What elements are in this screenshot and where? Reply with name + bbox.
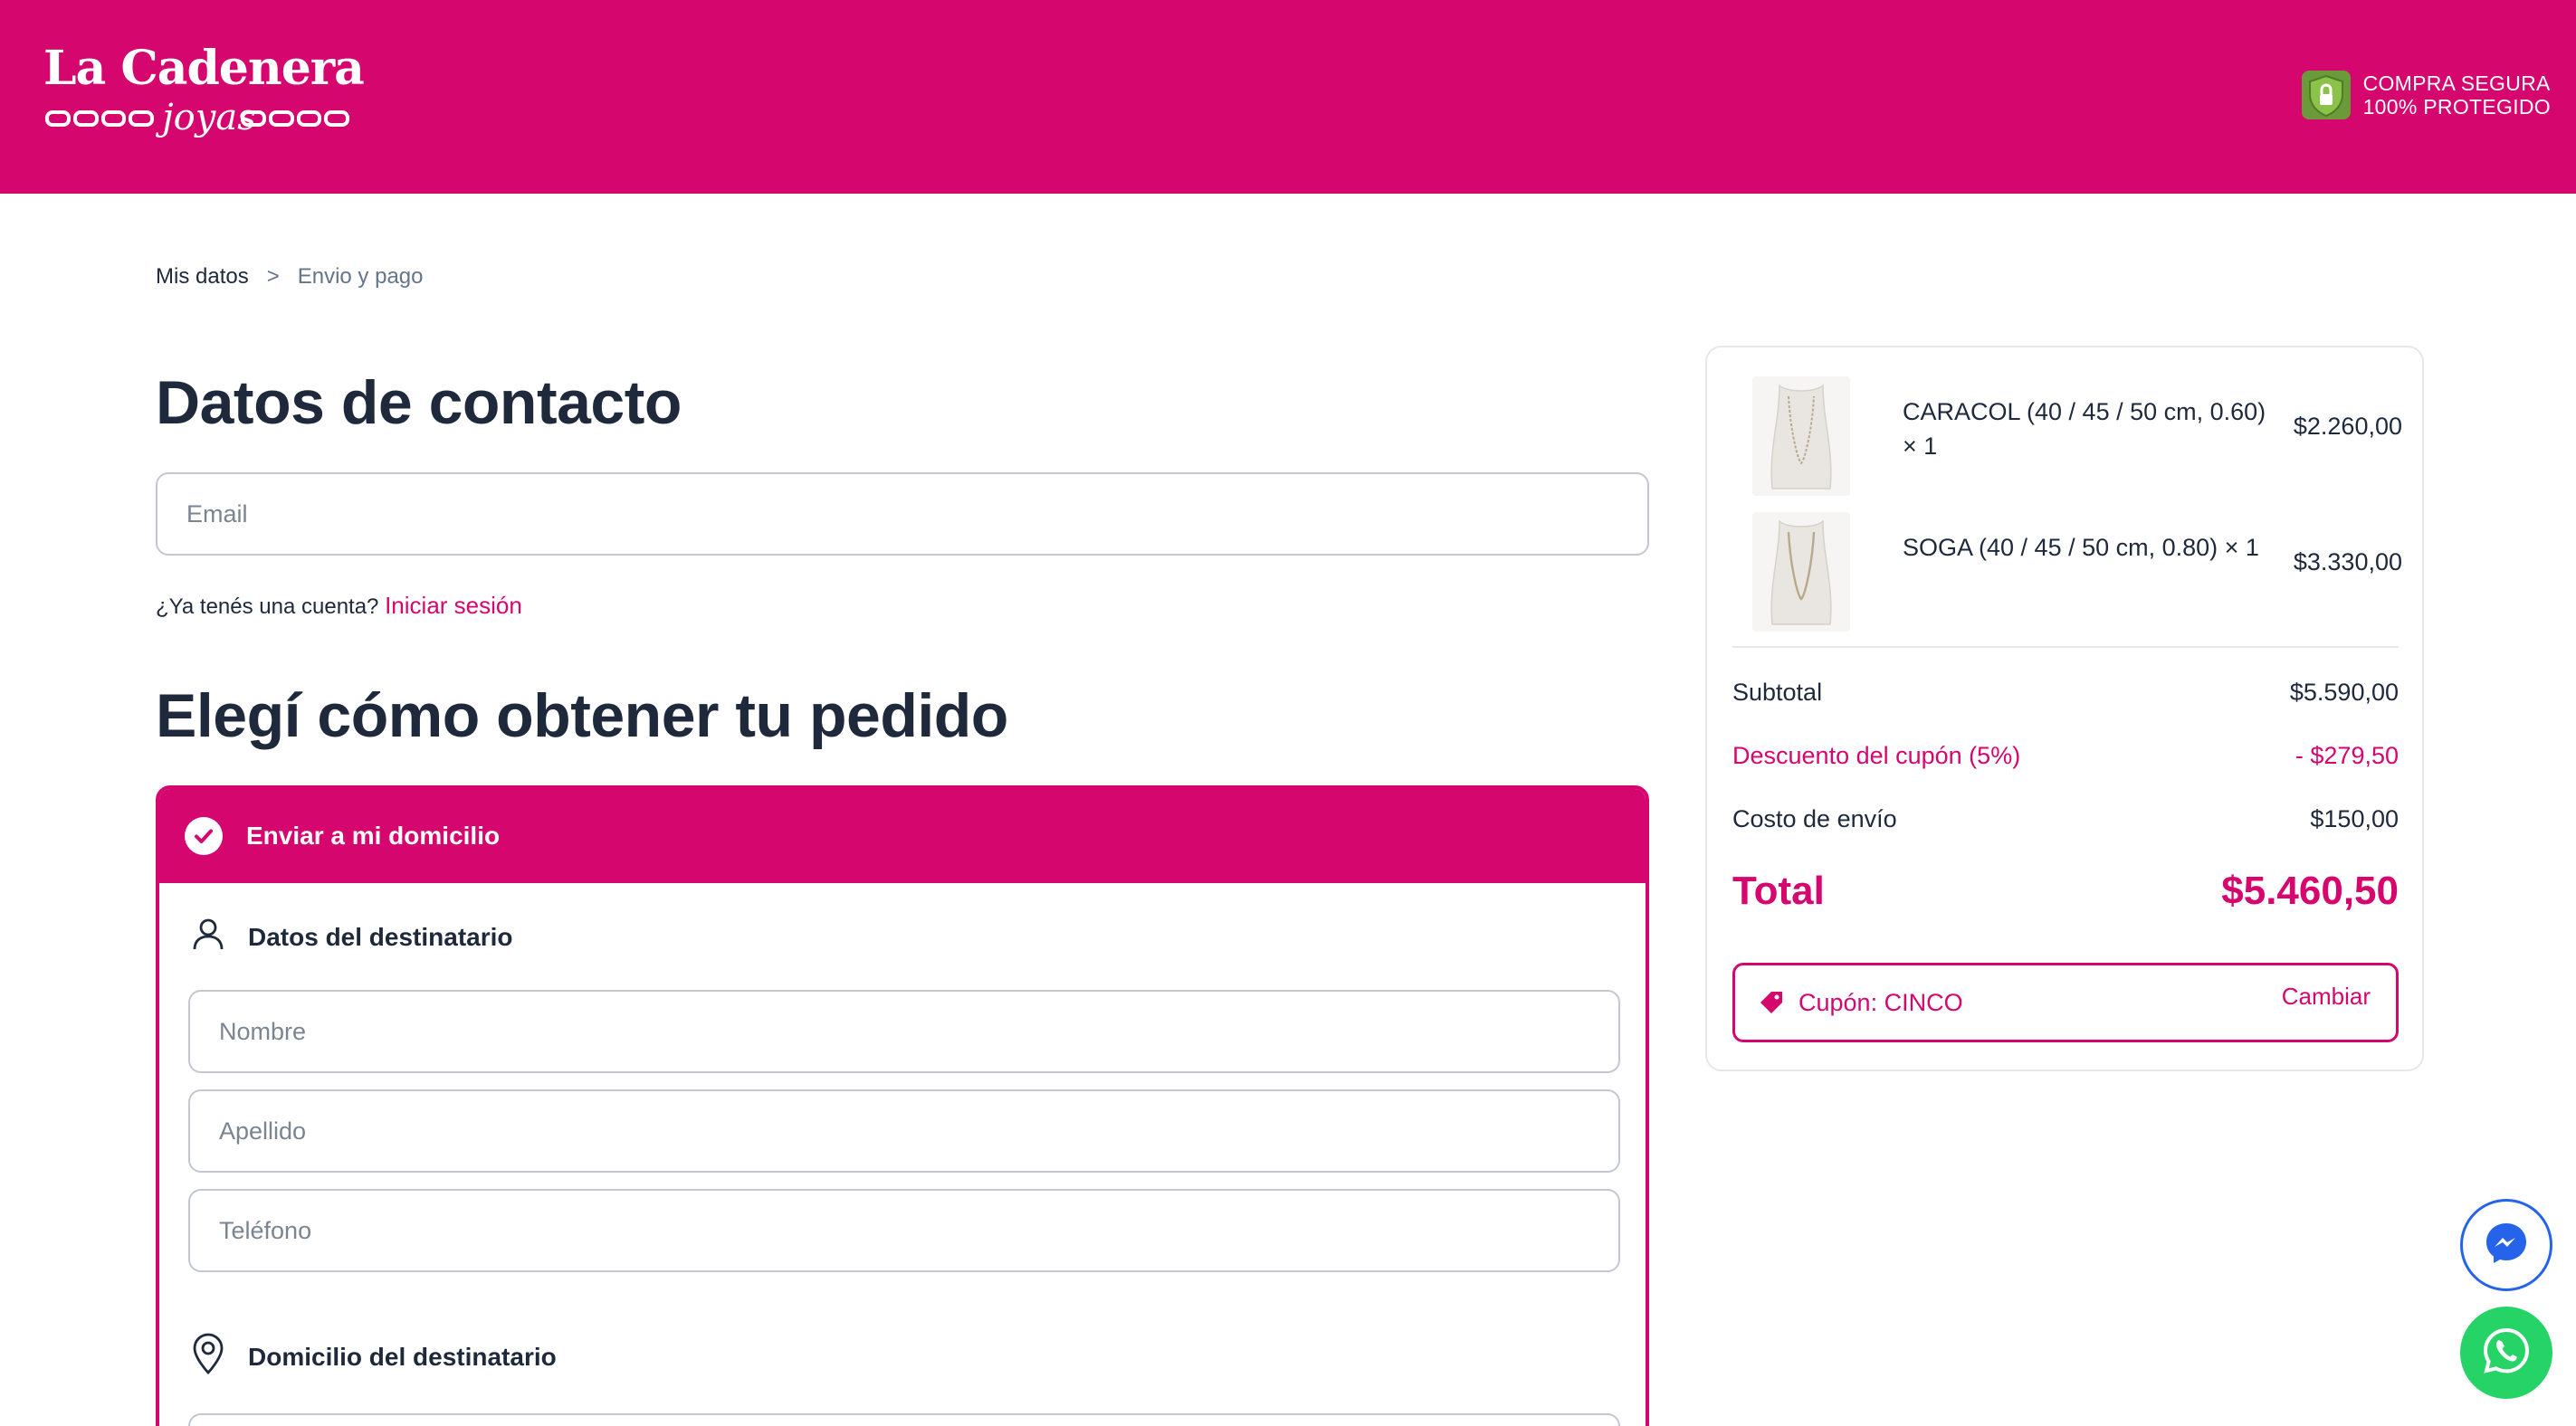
messenger-icon xyxy=(2482,1219,2531,1272)
email-field[interactable] xyxy=(156,472,1649,556)
shipping-value: $150,00 xyxy=(2310,805,2399,832)
cart-item: CARACOL (40 / 45 / 50 cm, 0.60) × 1 $2.2… xyxy=(1732,369,2402,496)
delivery-title: Elegí cómo obtener tu pedido xyxy=(156,681,1008,750)
total-label: Total xyxy=(1732,869,1825,913)
site-header: La Cadenera joyas COMPRA SEGURA 100% PRO… xyxy=(0,0,2576,194)
subtotal-value: $5.590,00 xyxy=(2289,679,2399,706)
cart-item-name: CARACOL (40 / 45 / 50 cm, 0.60) × 1 xyxy=(1903,398,2266,460)
whatsapp-icon xyxy=(2480,1325,2533,1382)
brand-tagline-row: joyas xyxy=(43,97,351,143)
first-name-field[interactable] xyxy=(188,990,1620,1073)
chain-decoration-right xyxy=(241,110,349,127)
breadcrumb-envio-pago: Envio y pago xyxy=(297,264,424,289)
whatsapp-button[interactable] xyxy=(2460,1307,2552,1399)
product-image-caracol xyxy=(1752,376,1850,496)
user-icon xyxy=(190,916,226,958)
address-field[interactable] xyxy=(188,1413,1620,1426)
total-row: Total $5.460,50 xyxy=(1732,869,2399,914)
home-delivery-option[interactable]: Enviar a mi domicilio Datos del destinat… xyxy=(156,785,1649,1426)
chain-decoration-left xyxy=(45,110,154,127)
secure-purchase-badge: COMPRA SEGURA 100% PROTEGIDO xyxy=(2300,69,2551,121)
cart-item-price: $2.260,00 xyxy=(2293,413,2402,440)
cart-item-price: $3.330,00 xyxy=(2293,548,2402,575)
last-name-field[interactable] xyxy=(188,1089,1620,1173)
secure-line-2: 100% PROTEGIDO xyxy=(2362,95,2551,119)
secure-line-1: COMPRA SEGURA xyxy=(2362,71,2551,95)
discount-label: Descuento del cupón (5%) xyxy=(1732,742,2021,769)
coupon-change-button[interactable]: Cambiar xyxy=(2282,983,2371,1011)
discount-value: - $279,50 xyxy=(2295,742,2399,769)
location-pin-icon xyxy=(190,1332,226,1382)
messenger-button[interactable] xyxy=(2460,1199,2552,1291)
shipping-row: Costo de envío $150,00 xyxy=(1732,805,2399,833)
breadcrumb: Mis datos > Envio y pago xyxy=(156,264,423,290)
order-summary: CARACOL (40 / 45 / 50 cm, 0.60) × 1 $2.2… xyxy=(1705,346,2424,1071)
brand-name: La Cadenera xyxy=(43,41,365,96)
contact-title: Datos de contacto xyxy=(156,368,682,437)
login-link[interactable]: Iniciar sesión xyxy=(385,592,522,619)
recipient-section-title: Datos del destinatario xyxy=(248,922,513,951)
shield-lock-icon xyxy=(2300,69,2352,121)
phone-field[interactable] xyxy=(188,1189,1620,1272)
summary-divider xyxy=(1732,646,2399,648)
subtotal-row: Subtotal $5.590,00 xyxy=(1732,679,2399,707)
cart-item: SOGA (40 / 45 / 50 cm, 0.80) × 1 $3.330,… xyxy=(1732,505,2402,632)
shipping-label: Costo de envío xyxy=(1732,805,1897,832)
coupon-box: Cupón: CINCO Cambiar xyxy=(1732,963,2399,1042)
account-prompt: ¿Ya tenés una cuenta? Iniciar sesión xyxy=(156,592,522,620)
address-section: Domicilio del destinatario xyxy=(190,1332,557,1382)
subtotal-label: Subtotal xyxy=(1732,679,1823,706)
coupon-label: Cupón: CINCO xyxy=(1798,988,1963,1016)
recipient-section: Datos del destinatario xyxy=(190,916,513,958)
tag-icon xyxy=(1757,988,1786,1017)
address-section-title: Domicilio del destinatario xyxy=(248,1342,557,1371)
total-value: $5.460,50 xyxy=(2221,869,2399,913)
product-image-soga xyxy=(1752,512,1850,632)
home-delivery-label: Enviar a mi domicilio xyxy=(246,822,501,850)
brand-logo[interactable]: La Cadenera joyas xyxy=(43,41,365,150)
check-icon xyxy=(185,817,223,855)
account-question: ¿Ya tenés una cuenta? xyxy=(156,594,379,619)
home-delivery-header[interactable]: Enviar a mi domicilio xyxy=(159,789,1646,883)
cart-item-name: SOGA (40 / 45 / 50 cm, 0.80) × 1 xyxy=(1903,534,2259,561)
breadcrumb-mis-datos[interactable]: Mis datos xyxy=(156,264,249,290)
discount-row: Descuento del cupón (5%) - $279,50 xyxy=(1732,742,2399,770)
breadcrumb-separator: > xyxy=(266,264,280,289)
